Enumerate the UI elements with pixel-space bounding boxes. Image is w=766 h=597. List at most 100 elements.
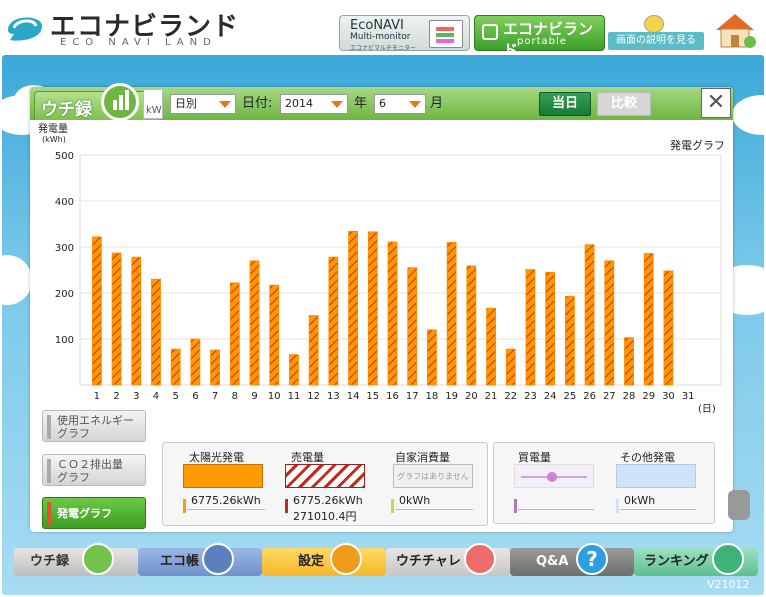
x-tick-label: 9 [251,391,257,402]
legend-sold-yen: 271010.4円 [293,510,357,523]
nav-qa-button[interactable]: Q&A ? [510,543,634,576]
panel-header: ウチ録 kW 日別 日付: 2014 年 6 月 当日 比較 ✕ [30,83,733,121]
nav-ranking-button[interactable]: ランキング [634,543,758,576]
x-tick-label: 5 [173,391,179,402]
legend-buy-label: 買電量 [518,451,551,464]
bar-day-19 [446,242,457,386]
co2-line1: ＣＯ２排出量 [57,458,123,471]
flag-icon [464,543,496,575]
x-tick-label: 28 [623,391,636,402]
generation-graph-button[interactable]: 発電グラフ [42,497,146,529]
x-tick-label: 27 [603,391,616,402]
period-select-value: 日別 [175,97,197,110]
legend-other-label: その他発電 [620,451,675,464]
legend-other-swatch[interactable] [616,464,696,488]
energy-usage-graph-button[interactable]: 使用エネルギー グラフ [42,410,146,442]
bar-day-28 [624,337,634,386]
x-tick-label: 30 [662,391,675,402]
bar-day-16 [387,241,398,386]
bar-day-24 [545,271,556,386]
month-select[interactable]: 6 [374,94,426,114]
bar-day-29 [643,253,654,386]
chevron-down-icon [219,101,231,108]
legend-generation-group: 太陽光発電 6775.26kWh 売電量 6775.26kWh 271010.4… [162,442,488,526]
generation-label: 発電グラフ [57,507,112,520]
home-icon[interactable] [712,10,758,50]
tab-uchiroku-label: ウチ録 [41,100,92,120]
kw-tab-peek[interactable]: kW [143,89,163,119]
legend-solar-value: 6775.26kWh [191,494,261,507]
nav-uchichare-label: ウチチャレ [396,554,461,569]
econavi-multimonitor-button[interactable]: EcoNAVI Multi-monitor エコナビマルチモニター [339,15,470,52]
main-panel: ウチ録 kW 日別 日付: 2014 年 6 月 当日 比較 ✕ 発電量 (kW… [30,83,733,532]
x-tick-label: 17 [406,391,419,402]
lock-icon [728,490,750,520]
x-tick-label: 13 [327,391,340,402]
x-tick-label: 7 [212,391,218,402]
x-tick-label: 16 [386,391,399,402]
legend-solar-swatch[interactable] [183,464,263,488]
wrench-icon [330,543,362,575]
legend-purchase-group: 買電量 その他発電 0kWh [493,442,715,524]
legend-buy-swatch[interactable] [514,464,594,488]
x-tick-label: 18 [426,391,439,402]
bar-day-20 [466,265,477,386]
date-label: 日付: [242,96,273,111]
bar-day-8 [229,282,240,386]
x-tick-label: 11 [288,391,301,402]
nav-ranking-label: ランキング [644,554,709,569]
legend-self-tick [391,499,394,513]
bar-day-7 [210,349,221,386]
bar-chart-icon [82,543,114,575]
nav-uchiroku-button[interactable]: ウチ録 [14,543,138,576]
portable-button[interactable]: エコナビランド portable [474,15,605,59]
period-select[interactable]: 日別 [170,94,236,114]
x-tick-label: 26 [583,391,596,402]
y-tick-label: 100 [55,335,74,346]
y-tick-label: 400 [55,197,74,208]
nav-qa-label: Q&A [536,554,569,569]
nav-settings-button[interactable]: 設定 [262,543,386,576]
x-tick-label: 15 [366,391,379,402]
nav-ecocho-button[interactable]: エコ帳 [138,543,262,576]
x-tick-label: 19 [445,391,458,402]
legend-self-value: 0kWh [399,494,431,507]
bar-day-10 [269,284,280,386]
legend-sold-value: 6775.26kWh [293,494,363,507]
bar-day-21 [486,307,496,386]
compare-button[interactable]: 比較 [597,92,651,116]
legend-solar-label: 太陽光発電 [189,451,244,464]
bee-icon [644,15,664,33]
legend-self-swatch: グラフはありません [393,464,473,488]
bar-day-14 [348,230,358,386]
today-button[interactable]: 当日 [539,92,591,116]
co2-graph-button[interactable]: ＣＯ２排出量 グラフ [42,454,146,486]
x-tick-label: 20 [465,391,478,402]
chevron-down-icon [409,101,421,108]
legend-sold-tick [285,499,288,513]
y-tick-label: 500 [55,151,74,162]
logo-subtitle: ECO NAVI LAND [60,37,217,48]
y-tick-label: 300 [55,243,74,254]
nav-ecocho-label: エコ帳 [160,554,200,569]
bar-day-5 [170,348,181,386]
logo-icon [8,17,42,41]
month-select-value: 6 [379,97,386,110]
close-button[interactable]: ✕ [701,88,731,118]
bar-day-25 [564,295,575,386]
nav-uchichare-button[interactable]: ウチチャレ [386,543,510,576]
legend-self-label: 自家消費量 [395,451,450,464]
legend-solar-tick [183,499,186,513]
year-label: 年 [354,96,368,111]
chevron-down-icon [331,101,343,108]
bar-day-22 [505,348,516,386]
bar-day-18 [427,329,437,386]
bar-day-11 [289,354,299,386]
help-button[interactable]: 画面の説明を見る [608,15,704,51]
bar-day-27 [604,260,615,386]
legend-sold-swatch[interactable] [285,464,365,488]
portable-sublabel: portable [517,36,567,47]
bar-day-3 [131,256,142,386]
energy-usage-line2: グラフ [57,427,90,440]
year-select[interactable]: 2014 [280,94,348,114]
